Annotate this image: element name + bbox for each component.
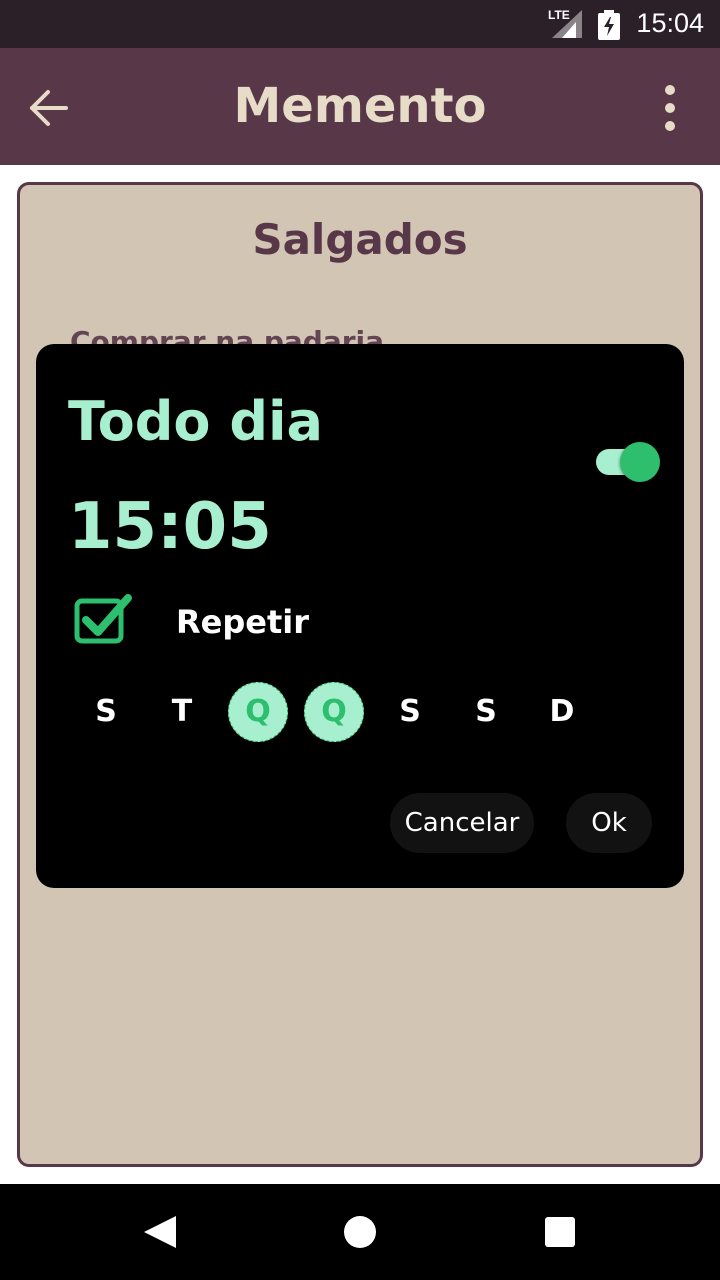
system-nav-bar — [0, 1184, 720, 1280]
nav-back-icon[interactable] — [140, 1214, 180, 1250]
day-saturday[interactable]: S — [456, 682, 516, 742]
signal-icon — [552, 10, 582, 38]
reminder-dialog: Todo dia 15:05 Repetir S T Q Q S S D Can… — [36, 344, 684, 888]
nav-home-icon[interactable] — [344, 1216, 376, 1248]
day-sunday[interactable]: D — [532, 682, 592, 742]
day-tuesday[interactable]: T — [152, 682, 212, 742]
reminder-toggle[interactable] — [596, 442, 662, 482]
battery-charging-icon — [598, 10, 620, 40]
app-bar: Memento — [0, 48, 720, 165]
repeat-label: Repetir — [176, 603, 309, 641]
cancel-button[interactable]: Cancelar — [390, 793, 534, 853]
day-friday[interactable]: S — [380, 682, 440, 742]
toggle-thumb — [620, 442, 660, 482]
repeat-checkbox[interactable] — [74, 592, 134, 646]
app-title: Memento — [233, 78, 487, 134]
day-monday[interactable]: S — [76, 682, 136, 742]
dialog-title: Todo dia — [68, 390, 323, 453]
ok-button[interactable]: Ok — [566, 793, 652, 853]
more-vert-icon[interactable] — [650, 80, 690, 136]
status-bar: LTE 15:04 — [0, 0, 720, 48]
status-time: 15:04 — [636, 8, 704, 38]
day-wednesday[interactable]: Q — [228, 682, 288, 742]
time-picker[interactable]: 15:05 — [68, 490, 272, 564]
nav-recent-icon[interactable] — [545, 1217, 575, 1247]
day-thursday[interactable]: Q — [304, 682, 364, 742]
card-title: Salgados — [252, 215, 468, 264]
